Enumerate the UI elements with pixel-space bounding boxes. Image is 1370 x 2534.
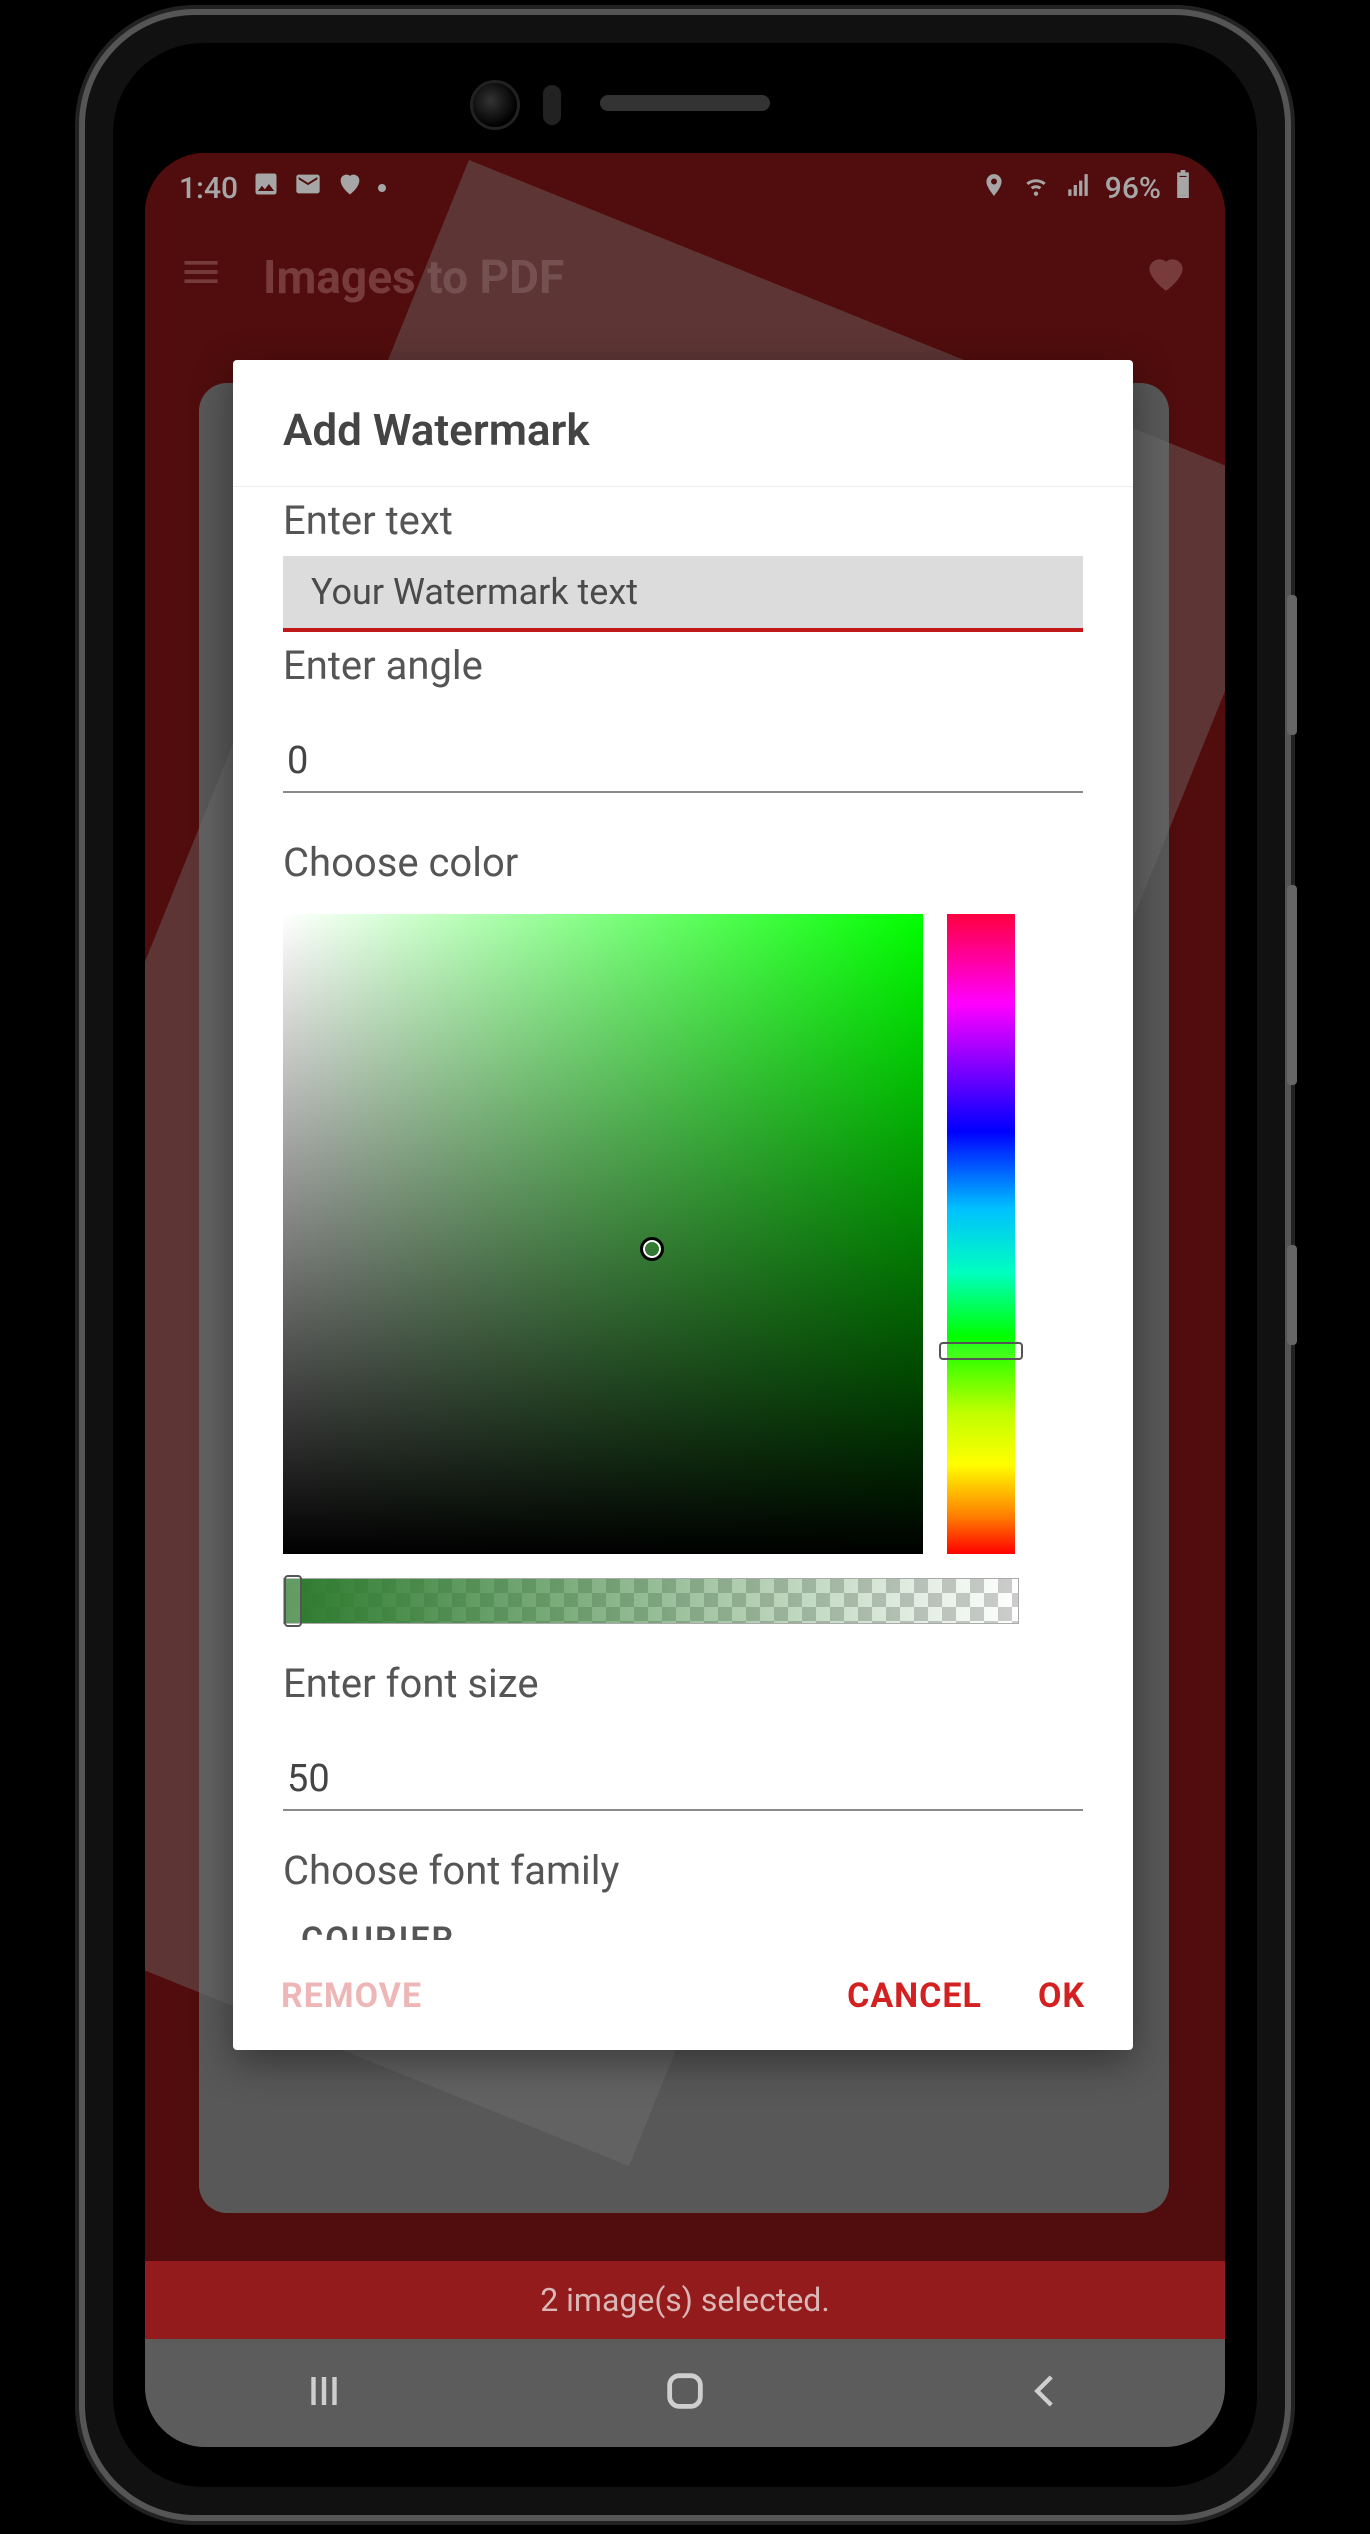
label-choose-font-family: Choose font family [283,1847,1083,1894]
front-camera [473,83,517,127]
watermark-text-placeholder: Your Watermark text [311,571,638,613]
side-button [1287,595,1297,735]
selection-banner-text: 2 image(s) selected. [540,2281,830,2319]
angle-value: 0 [287,739,308,783]
side-button [1287,885,1297,1085]
cancel-button[interactable]: CANCEL [847,1976,982,2016]
alpha-thumb[interactable] [284,1575,302,1627]
font-size-value: 50 [287,1757,330,1801]
ok-button[interactable]: OK [1038,1976,1085,2016]
font-family-select[interactable]: COURIER [283,1920,1083,1940]
side-button [1287,1245,1297,1345]
color-hue-slider[interactable] [947,914,1015,1554]
hue-thumb[interactable] [939,1342,1023,1360]
sv-thumb[interactable] [640,1237,664,1261]
dialog-actions: REMOVE CANCEL OK [233,1948,1133,2050]
label-enter-angle: Enter angle [283,642,1083,689]
selection-banner: 2 image(s) selected. [145,2261,1225,2339]
label-enter-text: Enter text [283,497,1083,544]
remove-button[interactable]: REMOVE [281,1976,422,2016]
sensor [543,85,561,125]
nav-home-icon[interactable] [662,2368,708,2418]
nav-back-icon[interactable] [1025,2370,1067,2416]
speaker [600,95,770,111]
angle-input[interactable]: 0 [283,719,1083,793]
label-choose-color: Choose color [283,839,1083,886]
color-saturation-value-picker[interactable] [283,914,923,1554]
phone-frame: 1:40 [85,15,1285,2515]
add-watermark-dialog: Add Watermark Enter text Your Watermark … [233,360,1133,2050]
label-enter-font-size: Enter font size [283,1660,1083,1707]
watermark-text-input[interactable]: Your Watermark text [283,556,1083,632]
font-size-input[interactable]: 50 [283,1737,1083,1811]
system-nav-bar [145,2339,1225,2447]
dialog-title: Add Watermark [233,360,1133,487]
nav-recent-icon[interactable] [303,2370,345,2416]
color-alpha-slider[interactable] [283,1578,1019,1624]
